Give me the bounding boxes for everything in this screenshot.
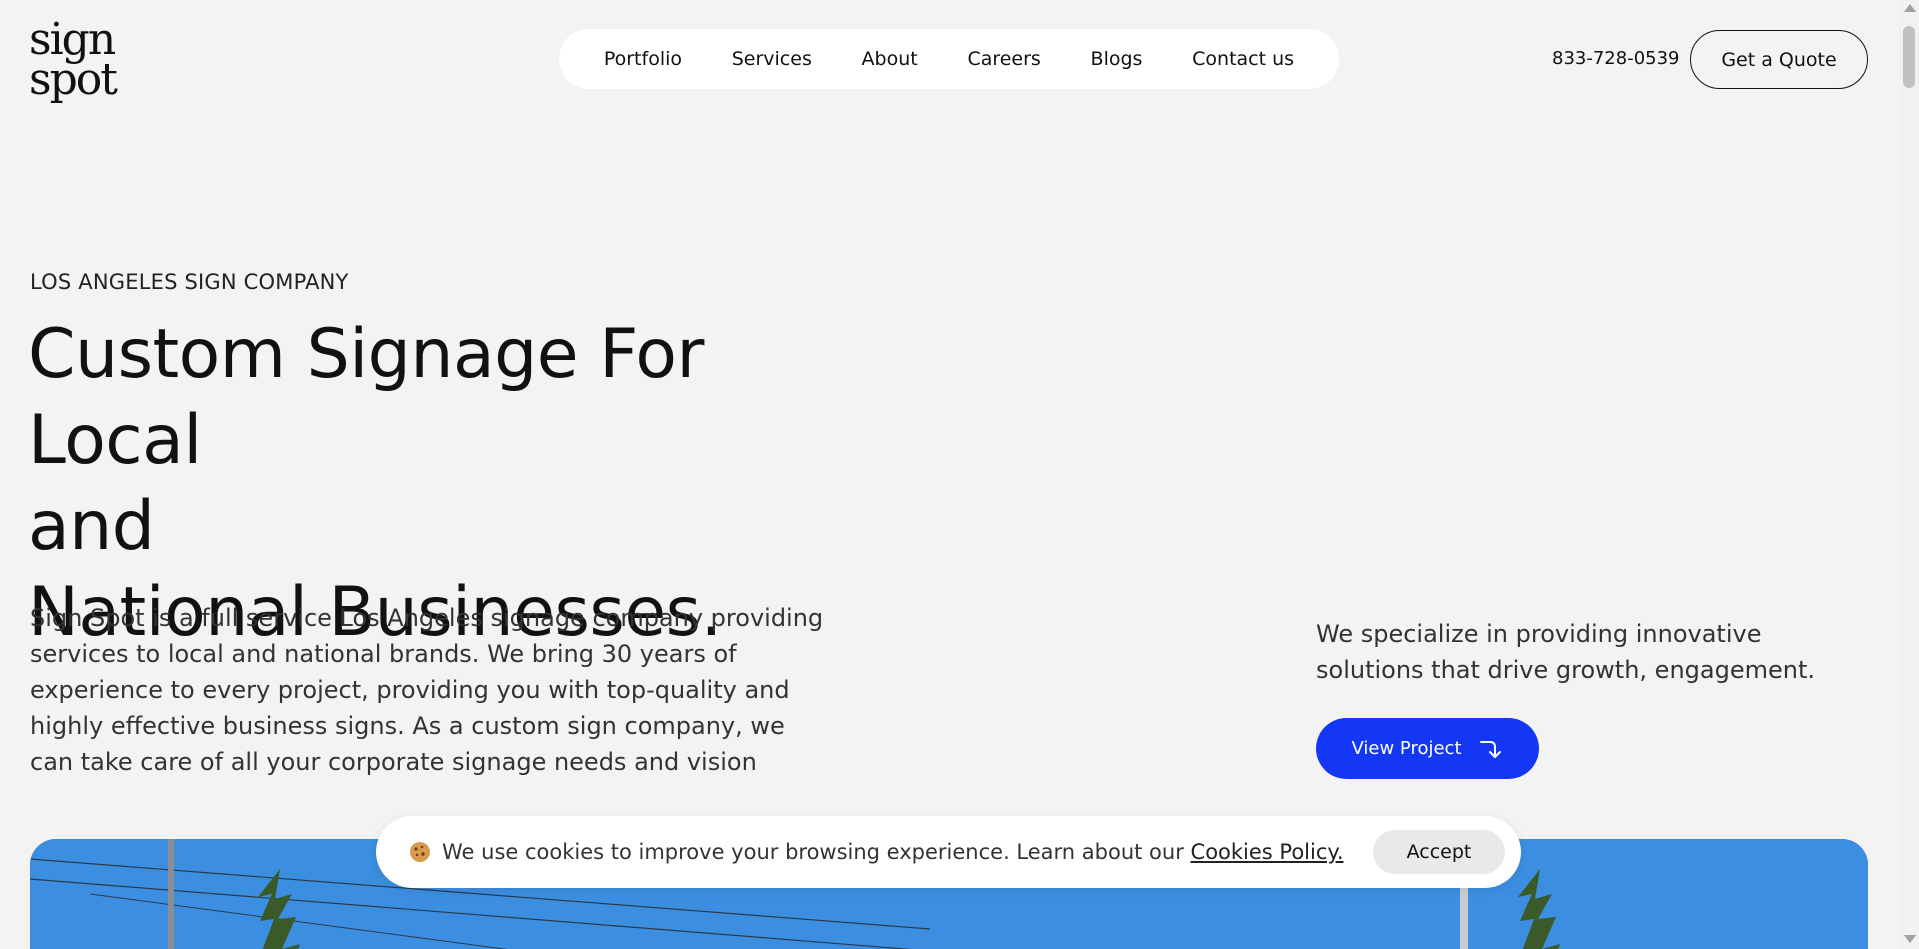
- vertical-scrollbar[interactable]: [1899, 0, 1919, 949]
- nav-item-portfolio[interactable]: Portfolio: [604, 48, 682, 70]
- get-a-quote-button[interactable]: Get a Quote: [1690, 30, 1868, 89]
- logo[interactable]: sign spot: [29, 18, 119, 105]
- headline-line-1: Custom Signage For Local: [28, 315, 704, 480]
- nav-item-contact-us[interactable]: Contact us: [1192, 48, 1294, 70]
- scroll-thumb[interactable]: [1903, 26, 1915, 88]
- scroll-down-arrow-icon[interactable]: [1904, 935, 1916, 943]
- main-nav: Portfolio Services About Careers Blogs C…: [559, 29, 1339, 89]
- phone-number-link[interactable]: 833-728-0539: [1552, 48, 1680, 69]
- cookie-message: We use cookies to improve your browsing …: [442, 840, 1373, 864]
- hero-eyebrow: LOS ANGELES SIGN COMPANY: [30, 270, 349, 294]
- scroll-up-arrow-icon[interactable]: [1904, 4, 1916, 12]
- specialize-text: We specialize in providing innovative so…: [1316, 620, 1815, 684]
- cookie-icon: [410, 842, 430, 862]
- nav-item-blogs[interactable]: Blogs: [1091, 48, 1143, 70]
- nav-item-services[interactable]: Services: [732, 48, 812, 70]
- headline-line-2: and: [28, 487, 155, 566]
- page: sign spot Portfolio Services About Caree…: [0, 0, 1899, 949]
- nav-item-careers[interactable]: Careers: [967, 48, 1040, 70]
- cookie-text: We use cookies to improve your browsing …: [442, 840, 1191, 864]
- cookie-banner: We use cookies to improve your browsing …: [376, 816, 1521, 888]
- logo-line-2: spot: [29, 53, 118, 105]
- nav-item-about[interactable]: About: [862, 48, 918, 70]
- arrow-down-right-icon: [1479, 740, 1501, 758]
- cookies-policy-link[interactable]: Cookies Policy.: [1191, 840, 1344, 864]
- accept-cookies-button[interactable]: Accept: [1373, 830, 1505, 874]
- view-project-label: View Project: [1351, 738, 1462, 759]
- hero-description: Sign Spot is a full service Los Angeles …: [30, 604, 824, 776]
- view-project-button[interactable]: View Project: [1316, 718, 1539, 779]
